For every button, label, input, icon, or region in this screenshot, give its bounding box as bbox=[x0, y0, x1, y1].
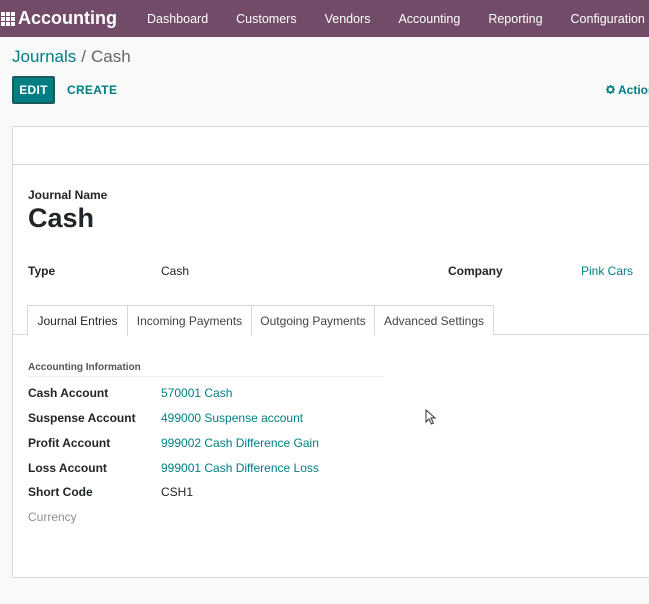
notebook-tabs: Journal Entries Incoming Payments Outgoi… bbox=[13, 305, 649, 336]
cash-account-link[interactable]: 570001 Cash bbox=[161, 386, 232, 400]
tab-outgoing-payments[interactable]: Outgoing Payments bbox=[251, 305, 375, 335]
currency-label: Currency bbox=[28, 510, 77, 524]
form-statusbar bbox=[13, 127, 649, 165]
profit-account-label: Profit Account bbox=[28, 436, 111, 450]
profit-account-link[interactable]: 999002 Cash Difference Gain bbox=[161, 436, 319, 450]
suspense-account-link[interactable]: 499000 Suspense account bbox=[161, 411, 303, 425]
nav-item-configuration[interactable]: Configuration bbox=[557, 0, 649, 37]
create-button[interactable]: CREATE bbox=[67, 83, 117, 97]
breadcrumb-journals-link[interactable]: Journals bbox=[12, 47, 76, 66]
apps-grid-icon[interactable] bbox=[0, 0, 16, 37]
breadcrumb-separator: / bbox=[81, 47, 86, 66]
section-divider bbox=[28, 376, 383, 377]
nav-item-customers[interactable]: Customers bbox=[222, 0, 310, 37]
loss-account-link[interactable]: 999001 Cash Difference Loss bbox=[161, 461, 319, 475]
form-sheet: Journal Name Cash Type Cash Company Pink… bbox=[12, 126, 649, 578]
type-label: Type bbox=[28, 264, 56, 278]
journal-name-value[interactable]: Cash bbox=[28, 203, 94, 234]
type-value[interactable]: Cash bbox=[161, 264, 189, 278]
top-navbar: Accounting Dashboard Customers Vendors A… bbox=[0, 0, 649, 37]
breadcrumb-current: Cash bbox=[91, 47, 131, 66]
action-label: Action bbox=[618, 83, 649, 97]
tab-journal-entries[interactable]: Journal Entries bbox=[27, 305, 128, 336]
nav-item-vendors[interactable]: Vendors bbox=[311, 0, 385, 37]
nav-item-accounting[interactable]: Accounting bbox=[384, 0, 474, 37]
company-value-link[interactable]: Pink Cars bbox=[581, 264, 633, 278]
journal-name-label: Journal Name bbox=[28, 188, 108, 202]
section-title-accounting-information: Accounting Information bbox=[28, 362, 141, 373]
tab-advanced-settings[interactable]: Advanced Settings bbox=[374, 305, 494, 335]
company-label: Company bbox=[448, 264, 503, 278]
nav-item-dashboard[interactable]: Dashboard bbox=[133, 0, 222, 37]
edit-button[interactable]: EDIT bbox=[12, 76, 55, 104]
nav-item-reporting[interactable]: Reporting bbox=[474, 0, 556, 37]
cash-account-label: Cash Account bbox=[28, 386, 109, 400]
loss-account-label: Loss Account bbox=[28, 461, 107, 475]
action-menu-button[interactable]: Action bbox=[606, 83, 649, 97]
tab-incoming-payments[interactable]: Incoming Payments bbox=[127, 305, 252, 335]
mouse-pointer-icon bbox=[425, 408, 437, 430]
gear-icon bbox=[606, 83, 615, 97]
short-code-value[interactable]: CSH1 bbox=[161, 485, 193, 499]
short-code-label: Short Code bbox=[28, 485, 93, 499]
suspense-account-label: Suspense Account bbox=[28, 411, 136, 425]
breadcrumb: Journals / Cash bbox=[12, 47, 131, 67]
app-title[interactable]: Accounting bbox=[18, 8, 117, 29]
